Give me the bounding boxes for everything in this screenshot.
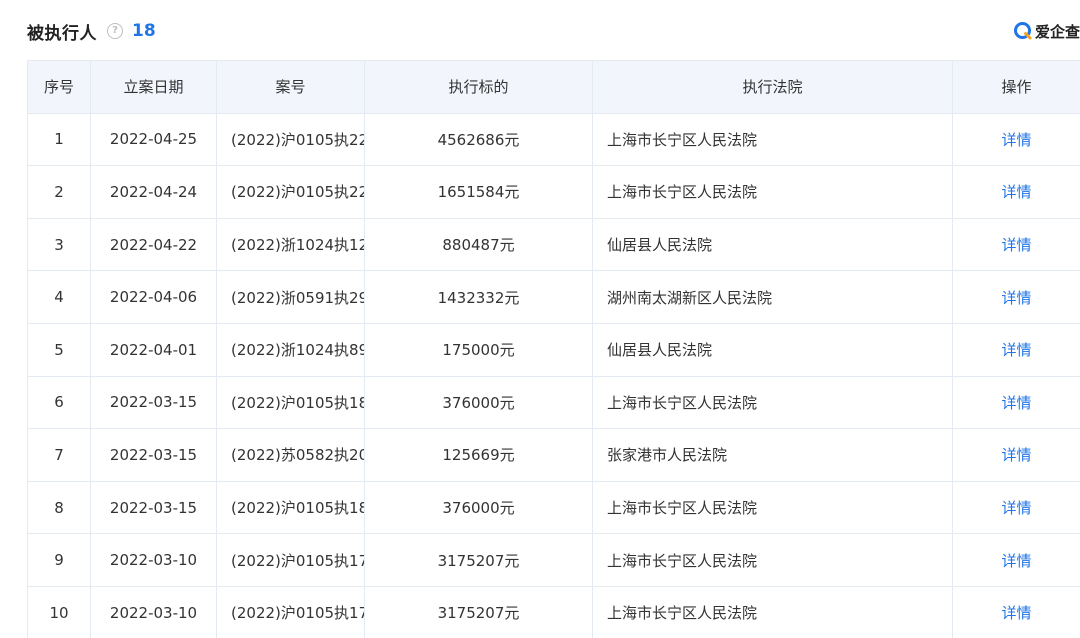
cell-court: 上海市长宁区人民法院 — [592, 585, 953, 638]
cell-court: 张家港市人民法院 — [592, 428, 953, 482]
question-circle-icon[interactable]: ? — [107, 23, 123, 39]
section-title: 被执行人 — [27, 23, 97, 44]
brand-q-icon — [1013, 22, 1032, 40]
table-row: 62022-03-15(2022)沪0105执1874号376000元上海市长宁… — [27, 375, 1080, 430]
table-row: 72022-03-15(2022)苏0582执2023号125669元张家港市人… — [27, 428, 1080, 482]
cell-date: 2022-03-15 — [90, 428, 217, 482]
cell-date: 2022-03-15 — [90, 375, 217, 430]
table-row: 32022-04-22(2022)浙1024执1202号880487元仙居县人民… — [27, 217, 1080, 272]
brand-name: 爱企查 — [1034, 22, 1080, 41]
column-header-action: 操作 — [952, 60, 1080, 114]
detail-link[interactable]: 详情 — [952, 533, 1080, 587]
table-body: 12022-04-25(2022)沪0105执2248号4562686元上海市长… — [27, 112, 1080, 638]
cell-amount: 175000元 — [364, 322, 593, 377]
detail-link[interactable]: 详情 — [952, 428, 1080, 482]
cell-no: 8 — [27, 480, 91, 535]
cell-case-number: (2022)沪0105执1874号 — [216, 480, 365, 535]
cell-court: 上海市长宁区人民法院 — [592, 375, 953, 430]
cell-amount: 4562686元 — [364, 112, 593, 167]
cell-amount: 3175207元 — [364, 533, 593, 587]
cell-no: 5 — [27, 322, 91, 377]
cell-date: 2022-03-15 — [90, 480, 217, 535]
table-row: 42022-04-06(2022)浙0591执293号1432332元湖州南太湖… — [27, 270, 1080, 324]
cell-no: 3 — [27, 217, 91, 272]
table-row: 82022-03-15(2022)沪0105执1874号376000元上海市长宁… — [27, 480, 1080, 535]
cell-date: 2022-04-22 — [90, 217, 217, 272]
cell-case-number: (2022)沪0105执1874号 — [216, 375, 365, 430]
column-header-court: 执行法院 — [592, 60, 953, 114]
cell-no: 1 — [27, 112, 91, 167]
cell-case-number: (2022)浙1024执1202号 — [216, 217, 365, 272]
cell-no: 7 — [27, 428, 91, 482]
detail-link[interactable]: 详情 — [952, 585, 1080, 638]
detail-link[interactable]: 详情 — [952, 322, 1080, 377]
brand-logo: 爱企查 — [1013, 18, 1080, 44]
section-header: 被执行人 ? 18 爱企查 — [27, 18, 1080, 44]
table-row: 102022-03-10(2022)沪0105执1734号3175207元上海市… — [27, 585, 1080, 638]
cell-no: 2 — [27, 165, 91, 219]
column-header-amount: 执行标的 — [364, 60, 593, 114]
cell-date: 2022-04-06 — [90, 270, 217, 324]
column-header-date: 立案日期 — [90, 60, 217, 114]
cell-case-number: (2022)浙0591执293号 — [216, 270, 365, 324]
cell-amount: 376000元 — [364, 480, 593, 535]
cell-no: 9 — [27, 533, 91, 587]
cell-date: 2022-03-10 — [90, 533, 217, 587]
column-header-case: 案号 — [216, 60, 365, 114]
cell-date: 2022-04-24 — [90, 165, 217, 219]
detail-link[interactable]: 详情 — [952, 480, 1080, 535]
cell-amount: 1432332元 — [364, 270, 593, 324]
cell-amount: 1651584元 — [364, 165, 593, 219]
executee-table: 序号 立案日期 案号 执行标的 执行法院 操作 1 2022-04-25 (2022… — [27, 60, 1080, 638]
cell-case-number: (2022)沪0105执1734号 — [216, 533, 365, 587]
table-header-row: 序号 立案日期 案号 执行标的 执行法院 操作 — [27, 60, 1080, 114]
table-row: 92022-03-10(2022)沪0105执1734号3175207元上海市长… — [27, 533, 1080, 587]
cell-amount: 3175207元 — [364, 585, 593, 638]
column-header-no: 序号 — [27, 60, 91, 114]
cell-court: 上海市长宁区人民法院 — [592, 533, 953, 587]
detail-link[interactable]: 详情 — [952, 217, 1080, 272]
detail-link[interactable]: 详情 — [952, 375, 1080, 430]
detail-link[interactable]: 详情 — [952, 112, 1080, 167]
cell-court: 仙居县人民法院 — [592, 217, 953, 272]
cell-date: 2022-03-10 — [90, 585, 217, 638]
cell-case-number: (2022)苏0582执2023号 — [216, 428, 365, 482]
cell-court: 仙居县人民法院 — [592, 322, 953, 377]
cell-case-number: (2022)沪0105执2214号 — [216, 165, 365, 219]
cell-no: 6 — [27, 375, 91, 430]
detail-link[interactable]: 详情 — [952, 270, 1080, 324]
detail-link[interactable]: 详情 — [952, 165, 1080, 219]
cell-court: 上海市长宁区人民法院 — [592, 480, 953, 535]
cell-date: 2022-04-25 — [90, 112, 217, 167]
cell-amount: 376000元 — [364, 375, 593, 430]
cell-court: 上海市长宁区人民法院 — [592, 112, 953, 167]
table-row: 52022-04-01(2022)浙1024执892号175000元仙居县人民法… — [27, 322, 1080, 377]
cell-amount: 880487元 — [364, 217, 593, 272]
table-row: 12022-04-25(2022)沪0105执2248号4562686元上海市长… — [27, 112, 1080, 167]
cell-court: 湖州南太湖新区人民法院 — [592, 270, 953, 324]
record-count: 18 — [132, 21, 156, 41]
cell-no: 4 — [27, 270, 91, 324]
table-row: 22022-04-24(2022)沪0105执2214号1651584元上海市长… — [27, 165, 1080, 219]
cell-court: 上海市长宁区人民法院 — [592, 165, 953, 219]
cell-date: 2022-04-01 — [90, 322, 217, 377]
cell-case-number: (2022)浙1024执892号 — [216, 322, 365, 377]
cell-case-number: (2022)沪0105执2248号 — [216, 112, 365, 167]
cell-no: 10 — [27, 585, 91, 638]
cell-amount: 125669元 — [364, 428, 593, 482]
cell-case-number: (2022)沪0105执1734号 — [216, 585, 365, 638]
